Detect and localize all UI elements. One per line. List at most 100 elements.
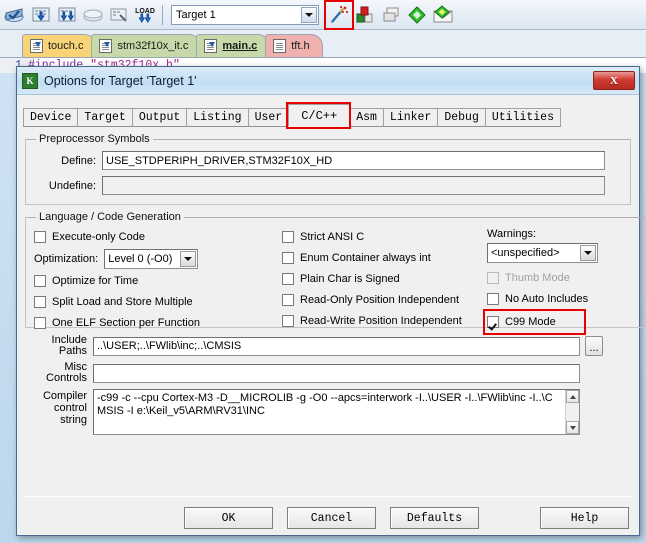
compiler-control-string-row: Compiler control string -c99 -c --cpu Co… <box>25 389 631 435</box>
toolbar-divider <box>162 4 163 25</box>
tab-device[interactable]: Device <box>23 108 79 127</box>
close-icon[interactable]: X <box>593 71 635 90</box>
help-button[interactable]: Help <box>540 507 629 529</box>
tab-label: User <box>254 111 283 124</box>
checkbox-execute-only-code[interactable]: Execute-only Code <box>34 228 282 246</box>
chevron-down-icon[interactable] <box>180 251 197 267</box>
tab-target[interactable]: Target <box>77 108 133 127</box>
checkbox-one-elf-section-per-function[interactable]: One ELF Section per Function <box>34 314 282 332</box>
tab-utilities[interactable]: Utilities <box>484 108 561 127</box>
open-build-output-icon[interactable] <box>431 3 455 27</box>
checkbox-read-write-position-independent[interactable]: Read-Write Position Independent <box>282 312 487 330</box>
source-file-icon <box>204 39 218 53</box>
checkbox-read-only-position-independent[interactable]: Read-Only Position Independent <box>282 291 487 309</box>
define-label: Define: <box>61 154 96 167</box>
file-tab-tft-h[interactable]: tft.h <box>265 34 323 57</box>
include-paths-label: Include Paths <box>25 335 87 357</box>
manage-project-items-icon[interactable] <box>353 3 377 27</box>
include-paths-input[interactable]: ..\USER;..\FWlib\inc;..\CMSIS <box>93 336 580 356</box>
tab-output[interactable]: Output <box>131 108 188 127</box>
compiler-label-line1: Compiler <box>42 390 87 402</box>
tab-label: Target <box>84 111 126 124</box>
file-tab-main-c[interactable]: main.c <box>196 34 271 57</box>
checkbox-plain-char-is-signed[interactable]: Plain Char is Signed <box>282 270 487 288</box>
checkbox-label: Thumb Mode <box>505 272 570 284</box>
include-paths-value: ..\USER;..\FWlib\inc;..\CMSIS <box>97 340 242 352</box>
file-tab-label: tft.h <box>291 40 310 52</box>
define-input[interactable]: USE_STDPERIPH_DRIVER,STM32F10X_HD <box>102 151 605 170</box>
file-tab-stm32f10x-it-c[interactable]: stm32f10x_it.c <box>91 34 202 57</box>
file-tab-touch-c[interactable]: touch.c <box>22 34 97 57</box>
svg-text:LOAD: LOAD <box>135 8 155 15</box>
warnings-select[interactable]: <unspecified> <box>487 243 598 263</box>
tab-label: Output <box>138 111 181 124</box>
optimization-label: Optimization: <box>34 253 99 265</box>
tab-c-cpp[interactable]: C/C++ <box>288 104 351 127</box>
scroll-down-icon[interactable] <box>566 421 579 434</box>
tab-label: Asm <box>356 111 377 124</box>
checkbox-label: Read-Only Position Independent <box>300 294 459 306</box>
dialog-title-bar[interactable]: K Options for Target 'Target 1' X <box>17 67 639 95</box>
checkbox-box <box>34 296 46 308</box>
optimization-select[interactable]: Level 0 (-O0) <box>104 249 199 269</box>
tab-linker[interactable]: Linker <box>382 108 439 127</box>
editor-file-tabs: touch.c stm32f10x_it.c main.c tft.h <box>0 30 646 58</box>
file-tab-label: touch.c <box>48 40 84 52</box>
scroll-up-icon[interactable] <box>566 390 579 403</box>
checkbox-label: Split Load and Store Multiple <box>52 296 193 308</box>
warnings-label: Warnings: <box>487 228 537 240</box>
preprocessor-symbols-legend: Preprocessor Symbols <box>39 133 150 145</box>
options-for-target-icon[interactable] <box>324 0 354 30</box>
checkbox-box <box>282 315 294 327</box>
browse-include-paths-button[interactable]: ... <box>585 336 603 356</box>
language-code-generation-legend: Language / Code Generation <box>39 211 181 223</box>
build-target-icon[interactable] <box>29 3 53 27</box>
checkbox-split-load-and-store-multiple[interactable]: Split Load and Store Multiple <box>34 293 282 311</box>
checkbox-label: Execute-only Code <box>52 231 145 243</box>
rebuild-all-icon[interactable] <box>55 3 79 27</box>
misc-controls-row: Misc Controls <box>25 362 631 384</box>
compiler-string-scrollbar[interactable] <box>565 390 579 434</box>
configuration-wizard-icon[interactable] <box>405 3 429 27</box>
undefine-label: Undefine: <box>48 179 96 192</box>
download-to-flash-icon[interactable]: LOAD <box>133 3 157 27</box>
batch-build-icon[interactable] <box>81 3 105 27</box>
cancel-button[interactable]: Cancel <box>287 507 376 529</box>
checkbox-box <box>282 252 294 264</box>
misc-controls-label-line2: Controls <box>46 372 87 384</box>
target-select[interactable]: Target 1 <box>171 4 319 25</box>
options-for-target-dialog: K Options for Target 'Target 1' X Device… <box>16 66 646 536</box>
checkbox-label: One ELF Section per Function <box>52 317 200 329</box>
defaults-button[interactable]: Defaults <box>390 507 479 529</box>
checkbox-enum-container-always-int[interactable]: Enum Container always int <box>282 249 487 267</box>
uvision-app-icon: K <box>22 72 38 89</box>
stop-build-icon[interactable] <box>107 3 131 27</box>
tab-listing[interactable]: Listing <box>186 108 249 127</box>
misc-controls-input[interactable] <box>93 363 580 383</box>
tab-user[interactable]: User <box>247 108 290 127</box>
header-file-icon <box>273 39 287 53</box>
define-value: USE_STDPERIPH_DRIVER,STM32F10X_HD <box>106 154 333 167</box>
manage-multi-project-icon[interactable] <box>379 3 403 27</box>
checkbox-c99-mode[interactable]: C99 Mode <box>483 309 586 335</box>
checkbox-label: C99 Mode <box>505 316 556 328</box>
tab-c-cpp-highlight: C/C++ <box>286 102 352 129</box>
chevron-down-icon[interactable] <box>301 6 317 23</box>
checkbox-strict-ansi-c[interactable]: Strict ANSI C <box>282 228 487 246</box>
compiler-control-string-textarea[interactable]: -c99 -c --cpu Cortex-M3 -D__MICROLIB -g … <box>93 389 580 435</box>
tab-debug[interactable]: Debug <box>437 108 486 127</box>
checkbox-label: No Auto Includes <box>505 293 589 305</box>
dialog-tab-bar: Device Target Output Listing User C/C++ … <box>23 102 639 129</box>
optimization-value: Level 0 (-O0) <box>108 253 173 265</box>
checkbox-no-auto-includes[interactable]: No Auto Includes <box>487 290 637 308</box>
build-toolbar: LOAD Target 1 <box>0 0 646 30</box>
undefine-input[interactable] <box>102 176 605 195</box>
compiler-label-line3: string <box>60 414 87 426</box>
ok-button[interactable]: OK <box>184 507 273 529</box>
chevron-down-icon[interactable] <box>580 245 596 261</box>
source-file-icon <box>99 39 113 53</box>
checkbox-optimize-for-time[interactable]: Optimize for Time <box>34 272 282 290</box>
tab-asm[interactable]: Asm <box>349 108 384 127</box>
translate-file-icon[interactable] <box>3 3 27 27</box>
include-paths-row: Include Paths ..\USER;..\FWlib\inc;..\CM… <box>25 335 631 357</box>
